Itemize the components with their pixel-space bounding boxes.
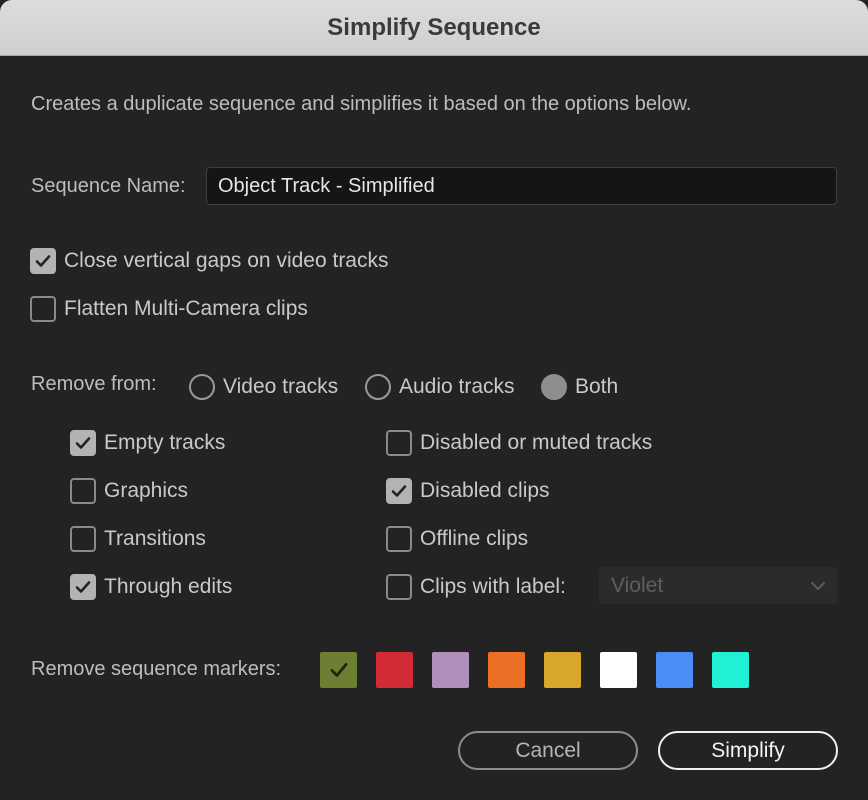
clips-with-label-label: Clips with label: <box>420 575 566 598</box>
sequence-name-input[interactable] <box>206 167 837 205</box>
checkmark-icon <box>75 581 91 593</box>
clips-with-label-checkbox[interactable] <box>386 574 412 600</box>
offline-clips-checkbox[interactable] <box>386 526 412 552</box>
radio-audio-tracks[interactable]: Audio tracks <box>365 372 515 402</box>
checkmark-icon <box>75 437 91 449</box>
marker-swatch-blue[interactable] <box>656 652 693 688</box>
clips-with-label-option[interactable]: Clips with label: <box>386 572 566 602</box>
chevron-down-icon <box>811 581 825 590</box>
disabled-clips-option[interactable]: Disabled clips <box>386 476 550 506</box>
close-gaps-checkbox[interactable] <box>30 248 56 274</box>
dialog-title: Simplify Sequence <box>327 13 541 41</box>
transitions-option[interactable]: Transitions <box>70 524 206 554</box>
graphics-option[interactable]: Graphics <box>70 476 188 506</box>
cancel-button[interactable]: Cancel <box>458 731 638 770</box>
marker-swatch-violet[interactable] <box>432 652 469 688</box>
flatten-multicam-label: Flatten Multi-Camera clips <box>64 297 308 320</box>
checkmark-icon <box>391 485 407 497</box>
dialog-description: Creates a duplicate sequence and simplif… <box>31 93 692 115</box>
remove-from-label: Remove from: <box>31 373 157 395</box>
radio-video-tracks-button[interactable] <box>189 374 215 400</box>
simplify-button[interactable]: Simplify <box>658 731 838 770</box>
marker-swatch-yellow[interactable] <box>544 652 581 688</box>
radio-both-label: Both <box>575 375 619 398</box>
radio-both[interactable]: Both <box>541 372 618 402</box>
disabled-clips-label: Disabled clips <box>420 479 550 502</box>
title-bar[interactable]: Simplify Sequence <box>0 0 868 56</box>
disabled-muted-tracks-label: Disabled or muted tracks <box>420 431 653 454</box>
marker-swatch-green[interactable] <box>320 652 357 688</box>
simplify-sequence-dialog: Simplify Sequence Creates a duplicate se… <box>0 0 868 800</box>
disabled-muted-tracks-option[interactable]: Disabled or muted tracks <box>386 428 652 458</box>
transitions-checkbox[interactable] <box>70 526 96 552</box>
close-gaps-label: Close vertical gaps on video tracks <box>64 249 389 272</box>
disabled-muted-tracks-checkbox[interactable] <box>386 430 412 456</box>
empty-tracks-checkbox[interactable] <box>70 430 96 456</box>
label-color-select[interactable]: Violet <box>599 567 838 604</box>
disabled-clips-checkbox[interactable] <box>386 478 412 504</box>
through-edits-option[interactable]: Through edits <box>70 572 232 602</box>
marker-swatch-red[interactable] <box>376 652 413 688</box>
marker-swatch-orange[interactable] <box>488 652 525 688</box>
sequence-name-label: Sequence Name: <box>31 175 186 197</box>
through-edits-label: Through edits <box>104 575 233 598</box>
radio-video-tracks[interactable]: Video tracks <box>189 372 338 402</box>
graphics-checkbox[interactable] <box>70 478 96 504</box>
offline-clips-option[interactable]: Offline clips <box>386 524 528 554</box>
empty-tracks-label: Empty tracks <box>104 431 226 454</box>
transitions-label: Transitions <box>104 527 206 550</box>
label-color-select-value: Violet <box>611 573 664 597</box>
marker-swatch-cyan[interactable] <box>712 652 749 688</box>
markers-label: Remove sequence markers: <box>31 658 282 680</box>
marker-swatch-white[interactable] <box>600 652 637 688</box>
flatten-multicam-checkbox[interactable] <box>30 296 56 322</box>
graphics-label: Graphics <box>104 479 189 502</box>
empty-tracks-option[interactable]: Empty tracks <box>70 428 225 458</box>
offline-clips-label: Offline clips <box>420 527 529 550</box>
radio-video-tracks-label: Video tracks <box>223 375 339 398</box>
radio-both-button[interactable] <box>541 374 567 400</box>
flatten-multicam-option[interactable]: Flatten Multi-Camera clips <box>30 294 308 324</box>
radio-audio-tracks-button[interactable] <box>365 374 391 400</box>
checkmark-icon <box>35 255 51 267</box>
close-gaps-option[interactable]: Close vertical gaps on video tracks <box>30 246 389 276</box>
checkmark-icon <box>330 663 347 677</box>
radio-audio-tracks-label: Audio tracks <box>399 375 515 398</box>
through-edits-checkbox[interactable] <box>70 574 96 600</box>
